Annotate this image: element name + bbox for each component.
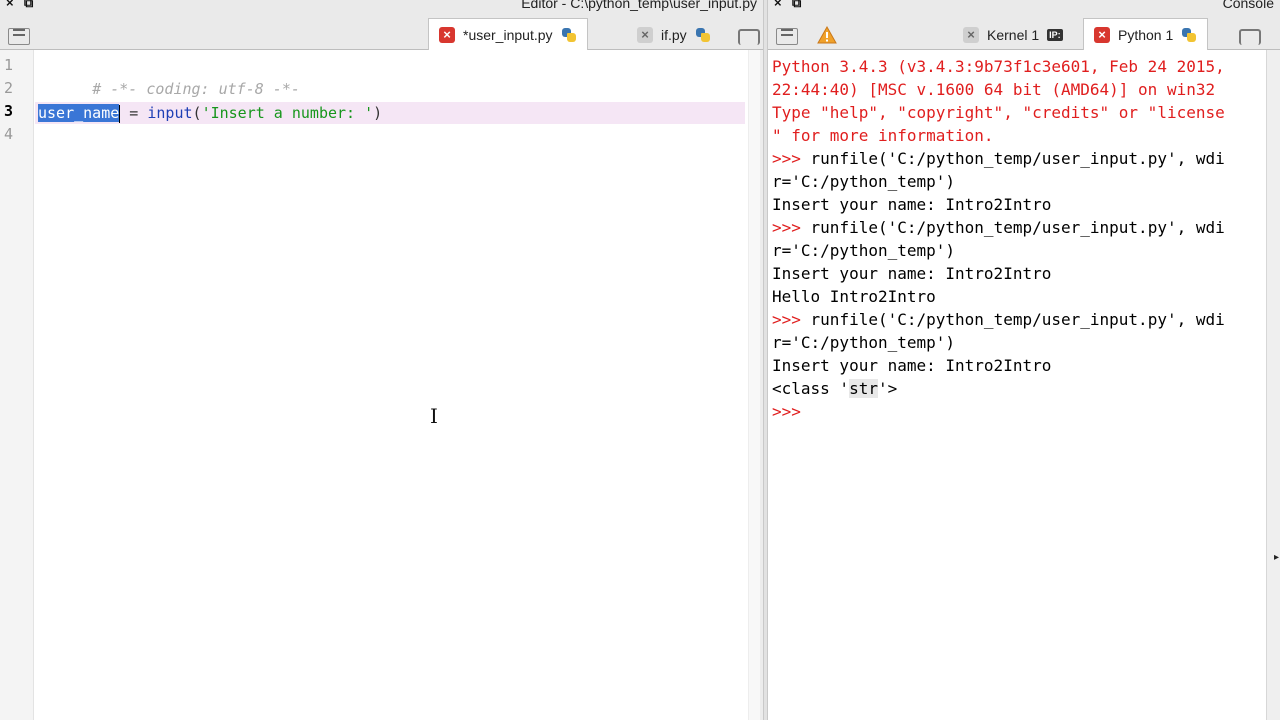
active-prompt-line[interactable]: >>> [772,400,1266,423]
line-number-gutter: 1 2 3 4 [0,50,34,720]
banner-line: Python 3.4.3 (v3.4.3:9b73f1c3e601, Feb 2… [772,57,1225,76]
warning-icon[interactable] [817,26,837,44]
class-name-highlight: str [849,379,878,398]
console-command: >>> runfile('C:/python_temp/user_input.p… [772,308,1266,331]
banner-line: 22:44:40) [MSC v.1600 64 bit (AMD64)] on… [772,80,1216,99]
tab-python-1[interactable]: × Python 1 [1083,18,1209,51]
console-command: >>> runfile('C:/python_temp/user_input.p… [772,216,1266,239]
tab-label: Python 1 [1118,27,1174,43]
close-tab-icon[interactable]: × [963,26,979,43]
console-tabbar: × Kernel 1 IP: × Python 1 [768,12,1280,51]
code-line-3: user_name = input('Insert a number: ') [38,102,382,124]
console-title: Console [1222,0,1274,11]
editor-pane: × ⧉ Editor - C:\python_temp\user_input.p… [0,0,763,720]
command-continuation: r='C:/python_temp') [772,333,956,352]
selected-variable: user_name [38,104,120,122]
close-tab-icon[interactable]: × [439,27,455,43]
options-menu-icon[interactable] [738,29,760,45]
console-pane: × ⧉ Console × Kernel 1 IP: × Python 1 Py… [768,0,1280,720]
output-line: Insert your name: Intro2Intro [772,195,1052,214]
ibeam-cursor-icon: I [430,404,438,428]
line-number: 4 [4,125,14,143]
tab-label: Kernel 1 [987,26,1040,43]
close-paren: ) [373,104,383,122]
output-line: Insert your name: Intro2Intro [772,356,1052,375]
output-line: Hello Intro2Intro [772,287,936,306]
console-prompt: >>> [772,218,801,237]
assignment-operator: = [120,104,148,122]
open-paren: ( [192,104,202,122]
undock-icon[interactable]: ⧉ [792,0,801,11]
line-number: 3 [4,102,14,120]
scroll-arrow-icon[interactable]: ▸ [1274,552,1279,563]
banner-line: " for more information. [772,126,994,145]
command-continuation: r='C:/python_temp') [772,172,956,191]
browse-tabs-icon[interactable] [776,26,798,45]
editor-tabbar: × *user_input.py × if.py [0,12,763,51]
command-text: runfile('C:/python_temp/user_input.py', … [800,310,1225,329]
output-line: <class 'str'> [772,377,1266,400]
editor-scrollbar[interactable] [748,50,760,720]
tab-kernel-1[interactable]: × Kernel 1 IP: [952,18,1074,50]
console-scrollbar[interactable]: ▸ [1266,50,1280,720]
banner-line: Type "help", "copyright", "credits" or "… [772,103,1225,122]
console-prompt: >>> [772,310,801,329]
ipython-icon: IP: [1047,28,1063,41]
python-file-icon [561,27,577,43]
command-text: runfile('C:/python_temp/user_input.py', … [800,149,1225,168]
python-console-icon [1181,27,1197,43]
editor-title: Editor - C:\python_temp\user_input.py [521,0,757,11]
console-prompt: >>> [772,402,801,421]
builtin-function: input [147,104,193,122]
tab-label: *user_input.py [463,27,553,43]
close-tab-icon[interactable]: × [1094,27,1110,43]
line-number: 1 [4,56,14,74]
python-file-icon [695,27,711,43]
command-text: runfile('C:/python_temp/user_input.py', … [800,218,1225,237]
class-text: <class ' [772,379,850,398]
options-menu-icon[interactable] [1239,29,1261,45]
browse-tabs-icon[interactable] [8,26,30,45]
tab-if[interactable]: × if.py [626,18,722,50]
close-tab-icon[interactable]: × [637,26,653,43]
command-continuation: r='C:/python_temp') [772,241,956,260]
undock-icon[interactable]: ⧉ [24,0,33,11]
tab-label: if.py [661,26,687,43]
console-command: >>> runfile('C:/python_temp/user_input.p… [772,147,1266,170]
code-editor[interactable]: 1 2 3 4 # -*- coding: utf-8 -*- user_nam… [0,50,760,720]
string-literal: 'Insert a number: ' [201,104,374,122]
output-line: Insert your name: Intro2Intro [772,264,1052,283]
code-line-1: # -*- coding: utf-8 -*- [38,56,300,98]
close-icon[interactable]: × [6,0,14,10]
console-dock-title: × ⧉ Console [768,0,1280,12]
class-text: '> [877,379,898,398]
comment: # -*- coding: utf-8 -*- [92,80,300,98]
console-output[interactable]: Python 3.4.3 (v3.4.3:9b73f1c3e601, Feb 2… [768,50,1266,720]
line-number: 2 [4,79,14,97]
editor-dock-title: × ⧉ Editor - C:\python_temp\user_input.p… [0,0,763,12]
console-prompt: >>> [772,149,801,168]
close-icon[interactable]: × [774,0,782,10]
tab-user-input[interactable]: × *user_input.py [428,18,588,51]
